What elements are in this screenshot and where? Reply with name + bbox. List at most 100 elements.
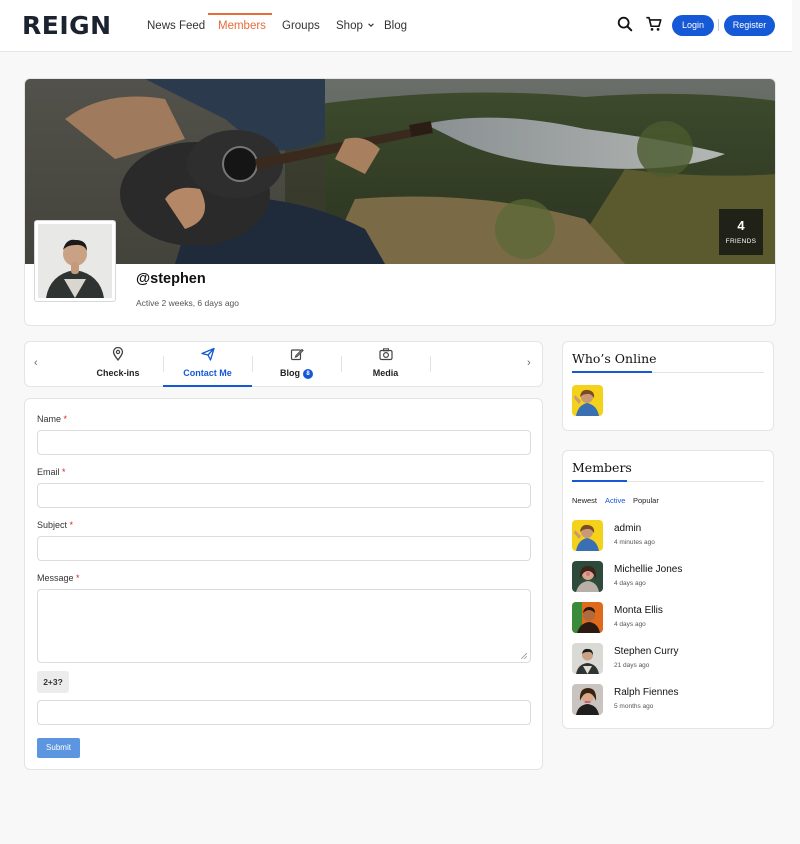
members-filter-newest[interactable]: Newest bbox=[572, 496, 597, 505]
tab-blog-label: Blog bbox=[280, 368, 300, 378]
camera-icon bbox=[378, 348, 393, 361]
name-label: Name * bbox=[37, 414, 67, 424]
search-icon[interactable] bbox=[616, 15, 634, 33]
admin-avatar-image bbox=[572, 385, 603, 416]
online-member-avatar-admin[interactable] bbox=[572, 385, 603, 416]
member-last-active: 4 minutes ago bbox=[614, 539, 655, 546]
tab-divider bbox=[430, 356, 431, 372]
profile-username: @stephen bbox=[136, 271, 206, 287]
submit-button[interactable]: Submit bbox=[37, 738, 80, 758]
subject-label-text: Subject bbox=[37, 520, 68, 530]
nav-active-indicator bbox=[208, 13, 272, 15]
name-label-text: Name bbox=[37, 414, 62, 424]
tab-check-ins[interactable]: Check-ins bbox=[73, 342, 163, 387]
member-avatar[interactable] bbox=[572, 602, 603, 633]
captcha-question: 2+3? bbox=[37, 671, 69, 693]
profile-avatar-image bbox=[38, 224, 112, 298]
subject-label: Subject * bbox=[37, 520, 73, 530]
member-item[interactable]: Ralph Fiennes 5 months ago bbox=[572, 684, 767, 718]
members-filter-active[interactable]: Active bbox=[605, 496, 625, 505]
friends-count-box[interactable]: 4 FRIENDS bbox=[719, 209, 763, 255]
friends-label: FRIENDS bbox=[725, 238, 757, 245]
member-last-active: 4 days ago bbox=[614, 621, 646, 628]
cart-icon[interactable] bbox=[645, 15, 663, 33]
member-name[interactable]: Ralph Fiennes bbox=[614, 687, 678, 698]
member-avatar[interactable] bbox=[572, 684, 603, 715]
active-tab-underline bbox=[163, 385, 252, 387]
whos-online-widget: Who’s Online bbox=[562, 341, 774, 431]
email-field[interactable] bbox=[37, 483, 531, 508]
message-label-text: Message bbox=[37, 573, 74, 583]
member-last-active: 21 days ago bbox=[614, 662, 650, 669]
tabs-next-arrow[interactable]: › bbox=[527, 357, 531, 369]
monta-avatar-image bbox=[572, 602, 603, 633]
tab-media-label: Media bbox=[372, 368, 399, 378]
subject-field[interactable] bbox=[37, 536, 531, 561]
nav-item-shop[interactable]: Shop bbox=[336, 19, 375, 33]
member-name[interactable]: Michellie Jones bbox=[614, 564, 682, 575]
nav-item-groups[interactable]: Groups bbox=[282, 19, 320, 33]
message-field[interactable] bbox=[37, 589, 531, 663]
member-avatar[interactable] bbox=[572, 643, 603, 674]
member-item[interactable]: Monta Ellis 4 days ago bbox=[572, 602, 767, 636]
member-item[interactable]: Stephen Curry 21 days ago bbox=[572, 643, 767, 677]
profile-tabs: ‹ › Check-ins Contact Me Blog 8 Media bbox=[24, 341, 543, 387]
email-label-text: Email bbox=[37, 467, 60, 477]
whos-online-title: Who’s Online bbox=[572, 351, 657, 366]
tab-media[interactable]: Media bbox=[341, 342, 430, 387]
required-mark: * bbox=[63, 414, 68, 424]
nav-item-news-feed[interactable]: News Feed bbox=[147, 19, 205, 33]
required-mark: * bbox=[76, 573, 80, 583]
tab-blog-count-badge: 8 bbox=[303, 369, 313, 379]
nav-item-blog[interactable]: Blog bbox=[384, 19, 407, 33]
tab-blog-label-wrap: Blog 8 bbox=[252, 368, 341, 379]
tab-check-ins-label: Check-ins bbox=[96, 368, 140, 378]
edit-icon bbox=[290, 348, 304, 361]
widget-rule-accent bbox=[572, 480, 627, 482]
widget-rule-accent bbox=[572, 371, 652, 373]
stephen-avatar-image bbox=[572, 643, 603, 674]
tab-blog[interactable]: Blog 8 bbox=[252, 342, 341, 387]
resize-handle-icon[interactable] bbox=[521, 653, 527, 659]
member-last-active: 4 days ago bbox=[614, 580, 646, 587]
members-widget: Members Newest Active Popular admin 4 mi… bbox=[562, 450, 774, 729]
admin-avatar-image bbox=[572, 520, 603, 551]
chevron-down-icon bbox=[368, 23, 374, 27]
member-name[interactable]: Stephen Curry bbox=[614, 646, 678, 657]
tab-contact-me-label: Contact Me bbox=[183, 368, 232, 378]
contact-form: Name * Email * Subject * Message * 2+3? … bbox=[24, 398, 543, 770]
site-logo[interactable]: REIGN bbox=[22, 12, 112, 40]
required-mark: * bbox=[69, 520, 74, 530]
map-pin-icon bbox=[112, 347, 124, 361]
tab-contact-me[interactable]: Contact Me bbox=[163, 342, 252, 387]
friends-count: 4 bbox=[737, 218, 745, 233]
message-label: Message * bbox=[37, 573, 80, 583]
register-button[interactable]: Register bbox=[724, 15, 775, 36]
required-mark: * bbox=[62, 467, 66, 477]
ralph-avatar-image bbox=[572, 684, 603, 715]
email-label: Email * bbox=[37, 467, 66, 477]
members-filter-popular[interactable]: Popular bbox=[633, 496, 659, 505]
send-icon bbox=[200, 347, 215, 361]
member-last-active: 5 months ago bbox=[614, 703, 654, 710]
name-field[interactable] bbox=[37, 430, 531, 455]
nav-item-members[interactable]: Members bbox=[218, 19, 266, 33]
nav-item-shop-label: Shop bbox=[336, 20, 363, 32]
profile-header-card: 4 FRIENDS bbox=[24, 78, 776, 326]
member-item[interactable]: Michellie Jones 4 days ago bbox=[572, 561, 767, 595]
profile-active-status: Active 2 weeks, 6 days ago bbox=[136, 298, 240, 308]
michellie-avatar-image bbox=[572, 561, 603, 592]
tabs-prev-arrow[interactable]: ‹ bbox=[34, 357, 38, 369]
member-item[interactable]: admin 4 minutes ago bbox=[572, 520, 767, 554]
login-button[interactable]: Login bbox=[672, 15, 714, 36]
member-avatar[interactable] bbox=[572, 561, 603, 592]
captcha-answer-field[interactable] bbox=[37, 700, 531, 725]
profile-avatar[interactable] bbox=[34, 220, 116, 302]
member-name[interactable]: Monta Ellis bbox=[614, 605, 663, 616]
member-name[interactable]: admin bbox=[614, 523, 641, 534]
header-separator bbox=[718, 19, 719, 31]
members-title: Members bbox=[572, 460, 632, 475]
cover-photo bbox=[25, 79, 775, 264]
member-avatar[interactable] bbox=[572, 520, 603, 551]
site-header: REIGN News Feed Members Groups Shop Blog… bbox=[0, 0, 792, 52]
